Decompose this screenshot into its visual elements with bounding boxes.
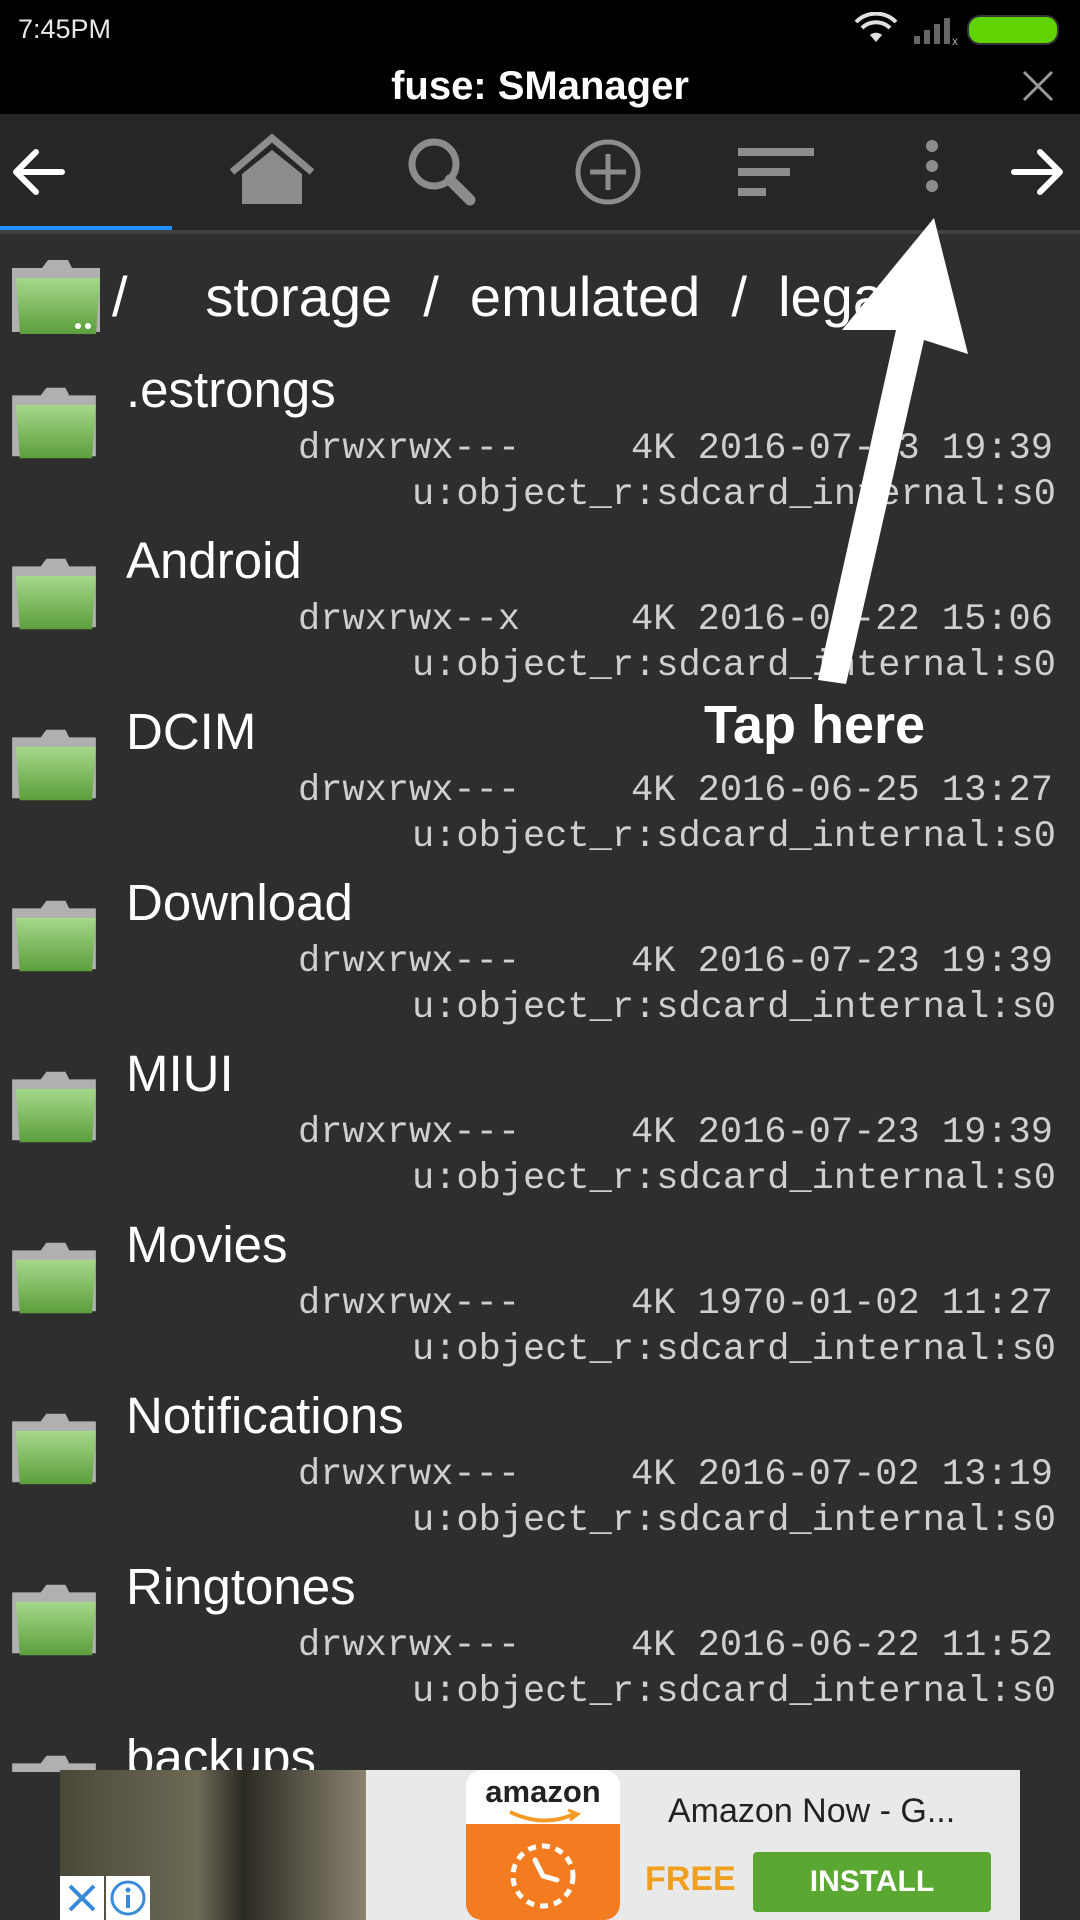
file-context: u:object_r:sdcard_internal:s0 bbox=[412, 1329, 1056, 1371]
forward-arrow-icon[interactable] bbox=[990, 132, 1080, 212]
file-context: u:object_r:sdcard_internal:s0 bbox=[412, 987, 1056, 1029]
file-context: u:object_r:sdcard_internal:s0 bbox=[412, 1671, 1056, 1713]
folder-icon bbox=[12, 1755, 96, 1772]
file-permissions: drwxrwx--- 4K 2016-07-23 19:39 bbox=[298, 428, 1053, 470]
wifi-icon bbox=[854, 12, 898, 42]
install-button[interactable]: INSTALL bbox=[753, 1852, 991, 1912]
file-context: u:object_r:sdcard_internal:s0 bbox=[412, 1500, 1056, 1542]
file-permissions: drwxrwx--x 4K 2016-06-22 15:06 bbox=[298, 599, 1053, 641]
list-item[interactable]: Movies drwxrwx--- 4K 1970-01-02 11:27 u:… bbox=[0, 1211, 1080, 1382]
folder-icon bbox=[12, 387, 96, 459]
parent-folder-icon[interactable] bbox=[8, 256, 104, 338]
folder-icon bbox=[12, 900, 96, 972]
list-item[interactable]: Notifications drwxrwx--- 4K 2016-07-02 1… bbox=[0, 1382, 1080, 1553]
file-permissions: drwxrwx--- 4K 2016-07-02 13:19 bbox=[298, 1454, 1053, 1496]
file-permissions: drwxrwx--- 4K 2016-06-22 11:52 bbox=[298, 1625, 1053, 1667]
status-time: 7:45PM bbox=[18, 14, 112, 44]
list-item[interactable]: Ringtones drwxrwx--- 4K 2016-06-22 11:52… bbox=[0, 1553, 1080, 1724]
close-icon[interactable] bbox=[60, 1876, 104, 1920]
svg-text:x: x bbox=[952, 34, 958, 46]
annotation-label: Tap here bbox=[704, 695, 926, 755]
folder-icon bbox=[12, 558, 96, 630]
ad-banner[interactable]: amazon Amazon Now - G... FREE INSTALL bbox=[60, 1770, 1020, 1920]
folder-icon bbox=[12, 1584, 96, 1656]
ad-app-logo[interactable]: amazon bbox=[466, 1770, 620, 1920]
more-vert-icon[interactable] bbox=[884, 132, 980, 212]
file-permissions: drwxrwx--- 4K 2016-07-23 19:39 bbox=[298, 941, 1053, 983]
file-name: Notifications bbox=[126, 1387, 404, 1444]
file-permissions: drwxrwx--- 4K 2016-06-25 13:27 bbox=[298, 770, 1053, 812]
info-icon[interactable] bbox=[106, 1876, 150, 1920]
ad-price: FREE bbox=[645, 1860, 736, 1898]
cell-signal-icon: x bbox=[914, 18, 958, 46]
sort-icon[interactable] bbox=[728, 132, 824, 212]
status-icons: x bbox=[854, 12, 1059, 46]
list-item[interactable]: backups bbox=[0, 1724, 1080, 1772]
file-context: u:object_r:sdcard_internal:s0 bbox=[412, 1158, 1056, 1200]
file-context: u:object_r:sdcard_internal:s0 bbox=[412, 816, 1056, 858]
toolbar bbox=[0, 114, 1080, 234]
file-context: u:object_r:sdcard_internal:s0 bbox=[412, 645, 1056, 687]
file-name: Android bbox=[126, 532, 302, 589]
path-text: / storage / emulated / legacy bbox=[112, 265, 940, 328]
battery-icon bbox=[967, 15, 1059, 45]
list-item[interactable]: .estrongs drwxrwx--- 4K 2016-07-23 19:39… bbox=[0, 356, 1080, 527]
folder-icon bbox=[12, 1242, 96, 1314]
list-item[interactable]: MIUI drwxrwx--- 4K 2016-07-23 19:39 u:ob… bbox=[0, 1040, 1080, 1211]
file-name: Movies bbox=[126, 1216, 288, 1273]
window-title: fuse: SManager bbox=[391, 64, 689, 108]
list-item[interactable]: Download drwxrwx--- 4K 2016-07-23 19:39 … bbox=[0, 869, 1080, 1040]
file-name: backups bbox=[126, 1729, 316, 1772]
file-name: Download bbox=[126, 874, 353, 931]
title-bar: fuse: SManager bbox=[0, 58, 1080, 114]
ad-brand: amazon bbox=[485, 1774, 601, 1809]
ad-title[interactable]: Amazon Now - G... bbox=[668, 1792, 955, 1831]
status-bar: 7:45PM x bbox=[0, 0, 1080, 58]
folder-icon bbox=[12, 1071, 96, 1143]
file-permissions: drwxrwx--- 4K 1970-01-02 11:27 bbox=[298, 1283, 1053, 1325]
clock-icon bbox=[510, 1843, 576, 1909]
file-name: DCIM bbox=[126, 703, 257, 760]
list-item[interactable]: Android drwxrwx--x 4K 2016-06-22 15:06 u… bbox=[0, 527, 1080, 698]
file-name: Ringtones bbox=[126, 1558, 356, 1615]
ad-logo-background bbox=[466, 1824, 620, 1920]
file-list: .estrongs drwxrwx--- 4K 2016-07-23 19:39… bbox=[0, 356, 1080, 1772]
home-icon[interactable] bbox=[224, 132, 320, 212]
close-icon[interactable] bbox=[1018, 66, 1058, 106]
file-name: .estrongs bbox=[126, 361, 336, 418]
breadcrumb[interactable]: / storage / emulated / legacy bbox=[0, 234, 1080, 358]
back-arrow-icon[interactable] bbox=[0, 132, 96, 212]
folder-icon bbox=[12, 729, 96, 801]
folder-icon bbox=[12, 1413, 96, 1485]
file-context: u:object_r:sdcard_internal:s0 bbox=[412, 474, 1056, 516]
tab-indicator bbox=[0, 226, 172, 230]
file-name: MIUI bbox=[126, 1045, 234, 1102]
add-circle-icon[interactable] bbox=[560, 132, 656, 212]
search-icon[interactable] bbox=[392, 132, 488, 212]
file-permissions: drwxrwx--- 4K 2016-07-23 19:39 bbox=[298, 1112, 1053, 1154]
